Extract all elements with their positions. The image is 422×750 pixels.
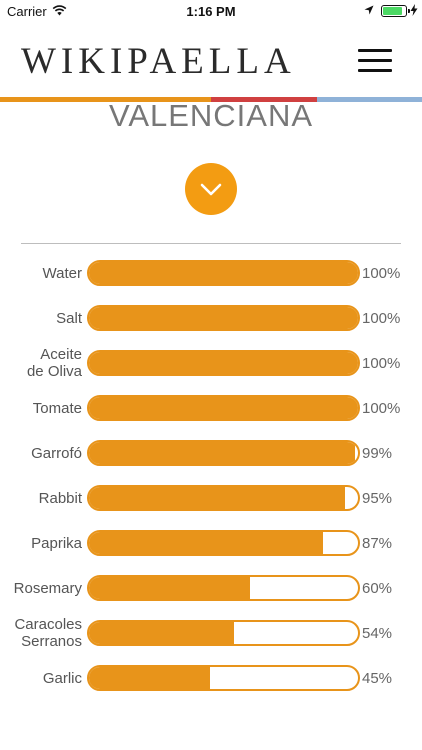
location-arrow-icon	[364, 5, 374, 15]
ingredient-progress-bar	[87, 440, 360, 466]
ingredient-progress-bar	[87, 485, 360, 511]
ingredient-progress-fill	[89, 397, 358, 419]
ingredient-name: Garrofó	[31, 444, 82, 462]
ingredient-name: Rabbit	[38, 489, 82, 507]
ingredient-progress-fill	[89, 352, 358, 374]
ingredient-progress-fill	[89, 622, 235, 644]
ingredient-name: Caracoles Serranos	[14, 616, 82, 650]
hamburger-menu-icon[interactable]	[358, 49, 392, 73]
ingredient-row: Garrofó 99%	[0, 435, 422, 480]
ingredient-row: Caracoles Serranos 54%	[0, 615, 422, 660]
ingredient-name: Water	[42, 264, 82, 282]
ingredient-progress-fill	[89, 667, 211, 689]
ingredient-progress-fill	[89, 307, 358, 329]
ingredient-progress-bar	[87, 620, 360, 646]
ingredient-percent: 99%	[362, 444, 393, 462]
ingredient-row: Rabbit 95%	[0, 480, 422, 525]
menu-line	[358, 59, 392, 62]
ingredient-progress-bar	[87, 575, 360, 601]
status-time: 1:16 PM	[186, 4, 236, 19]
ingredient-percent: 100%	[362, 309, 401, 327]
ingredient-list: Water 100% Salt 100% Aceite de Oliva 100% Toma…	[0, 255, 422, 705]
ingredient-percent: 95%	[362, 489, 393, 507]
ingredient-progress-fill	[89, 442, 356, 464]
battery-icon	[381, 5, 410, 17]
ingredient-percent: 60%	[362, 579, 393, 597]
ingredient-progress-bar	[87, 305, 360, 331]
ingredient-row: Aceite de Oliva 100%	[0, 345, 422, 390]
ingredient-row: Tomate 100%	[0, 390, 422, 435]
ingredient-progress-fill	[89, 532, 324, 554]
ingredient-progress-bar	[87, 260, 360, 286]
ingredient-progress-fill	[89, 487, 345, 509]
ingredient-percent: 54%	[362, 624, 393, 642]
ingredient-name: Tomate	[32, 399, 82, 417]
ingredient-row: Water 100%	[0, 255, 422, 300]
ingredient-row: Garlic 45%	[0, 660, 422, 705]
ingredient-percent: 45%	[362, 669, 393, 687]
ingredient-percent: 100%	[362, 354, 401, 372]
ingredient-progress-bar	[87, 665, 360, 691]
charging-bolt-icon	[410, 4, 418, 16]
status-bar: Carrier 1:16 PM	[0, 0, 422, 22]
ingredient-percent: 87%	[362, 534, 393, 552]
section-title: VALENCIANA	[108, 99, 314, 129]
ingredient-progress-bar	[87, 350, 360, 376]
ingredient-name: Aceite de Oliva	[26, 346, 82, 380]
battery-level	[383, 7, 402, 15]
ingredient-percent: 100%	[362, 399, 401, 417]
app-logo[interactable]: WIKIPAELLA	[21, 40, 296, 83]
ingredient-name: Rosemary	[13, 579, 82, 597]
ingredient-progress-fill	[89, 262, 358, 284]
ingredient-row: Paprika 87%	[0, 525, 422, 570]
ingredient-progress-bar	[87, 395, 360, 421]
ingredient-name: Paprika	[31, 534, 82, 552]
ingredient-name: Salt	[56, 309, 82, 327]
ingredient-row: Rosemary 60%	[0, 570, 422, 615]
ingredient-row: Salt 100%	[0, 300, 422, 345]
chevron-down-icon	[200, 183, 222, 196]
ingredient-progress-bar	[87, 530, 360, 556]
menu-line	[358, 69, 392, 72]
expand-button[interactable]	[185, 163, 237, 215]
ingredient-percent: 100%	[362, 264, 401, 282]
ingredient-name: Garlic	[42, 669, 82, 687]
ingredient-progress-fill	[89, 577, 251, 599]
menu-line	[358, 49, 392, 52]
divider	[21, 243, 401, 244]
